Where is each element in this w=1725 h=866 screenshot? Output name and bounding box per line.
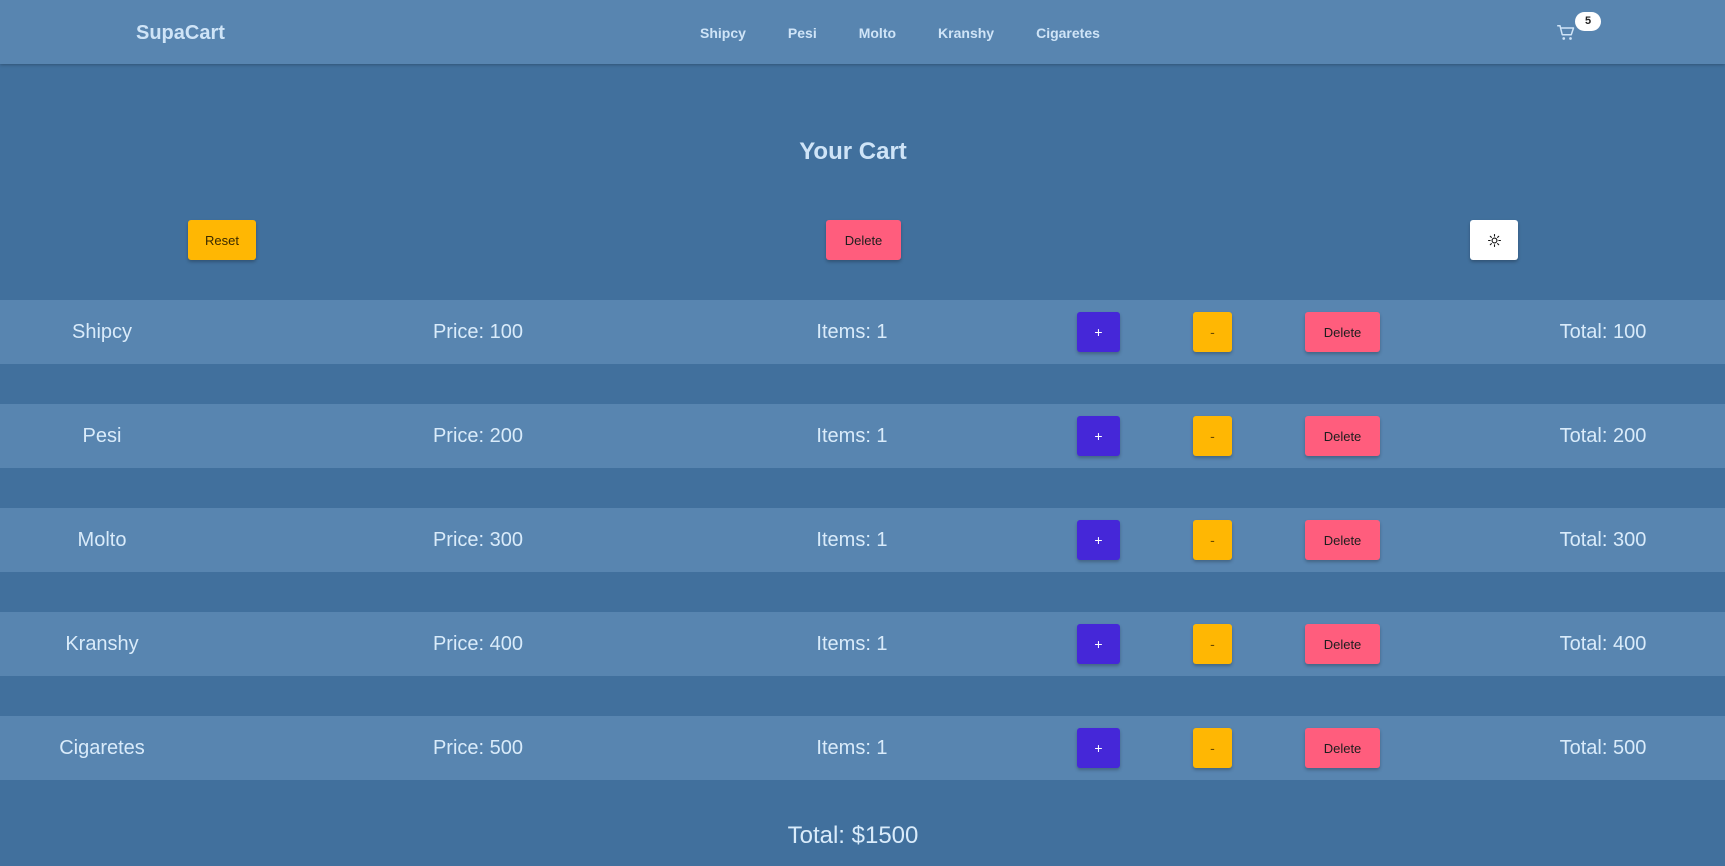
cart-count-badge: 5: [1575, 12, 1601, 31]
nav-links: Shipcy Pesi Molto Kranshy Cigaretes: [700, 25, 1142, 41]
increment-button[interactable]: +: [1077, 624, 1120, 664]
product-price: Price: 400: [432, 633, 524, 655]
cart-grand-total: Total: $1500: [787, 822, 919, 849]
product-price: Price: 300: [432, 529, 524, 551]
decrement-button[interactable]: -: [1193, 728, 1232, 768]
product-name: Cigaretes: [59, 737, 145, 759]
cart-button[interactable]: 5: [1557, 12, 1601, 44]
cart-row: Cigaretes Price: 500 Items: 1 + - Delete…: [0, 716, 1725, 780]
brand-logo[interactable]: SupaCart: [136, 22, 225, 45]
product-name: Pesi: [82, 425, 122, 447]
product-quantity: Items: 1: [816, 425, 888, 447]
decrement-button[interactable]: -: [1193, 312, 1232, 352]
product-name: Kranshy: [65, 633, 139, 655]
nav-link-shipcy[interactable]: Shipcy: [700, 25, 746, 41]
product-total: Total: 300: [1559, 529, 1647, 551]
delete-item-button[interactable]: Delete: [1305, 624, 1380, 664]
product-price: Price: 200: [432, 425, 524, 447]
cart-row: Pesi Price: 200 Items: 1 + - Delete Tota…: [0, 404, 1725, 468]
reset-button[interactable]: Reset: [188, 220, 256, 260]
product-name: Shipcy: [71, 321, 133, 343]
cart-icon: [1557, 25, 1575, 40]
product-total: Total: 200: [1559, 425, 1647, 447]
navbar: SupaCart Shipcy Pesi Molto Kranshy Cigar…: [0, 0, 1725, 64]
cart-row: Molto Price: 300 Items: 1 + - Delete Tot…: [0, 508, 1725, 572]
page-title: Your Cart: [799, 138, 907, 165]
delete-all-button[interactable]: Delete: [826, 220, 901, 260]
product-price: Price: 500: [432, 737, 524, 759]
increment-button[interactable]: +: [1077, 416, 1120, 456]
cart-row: Kranshy Price: 400 Items: 1 + - Delete T…: [0, 612, 1725, 676]
delete-item-button[interactable]: Delete: [1305, 416, 1380, 456]
product-quantity: Items: 1: [816, 529, 888, 551]
nav-link-molto[interactable]: Molto: [859, 25, 896, 41]
product-name: Molto: [77, 529, 127, 551]
product-quantity: Items: 1: [816, 633, 888, 655]
nav-link-kranshy[interactable]: Kranshy: [938, 25, 994, 41]
delete-item-button[interactable]: Delete: [1305, 728, 1380, 768]
decrement-button[interactable]: -: [1193, 416, 1232, 456]
product-total: Total: 400: [1559, 633, 1647, 655]
nav-link-pesi[interactable]: Pesi: [788, 25, 817, 41]
product-total: Total: 500: [1559, 737, 1647, 759]
delete-item-button[interactable]: Delete: [1305, 520, 1380, 560]
product-price: Price: 100: [432, 321, 524, 343]
increment-button[interactable]: +: [1077, 728, 1120, 768]
decrement-button[interactable]: -: [1193, 520, 1232, 560]
delete-item-button[interactable]: Delete: [1305, 312, 1380, 352]
theme-toggle-button[interactable]: [1470, 220, 1518, 260]
nav-link-cigaretes[interactable]: Cigaretes: [1036, 25, 1100, 41]
sun-icon: [1487, 233, 1501, 247]
increment-button[interactable]: +: [1077, 312, 1120, 352]
cart-row: Shipcy Price: 100 Items: 1 + - Delete To…: [0, 300, 1725, 364]
product-quantity: Items: 1: [816, 737, 888, 759]
product-total: Total: 100: [1559, 321, 1647, 343]
decrement-button[interactable]: -: [1193, 624, 1232, 664]
increment-button[interactable]: +: [1077, 520, 1120, 560]
product-quantity: Items: 1: [816, 321, 888, 343]
